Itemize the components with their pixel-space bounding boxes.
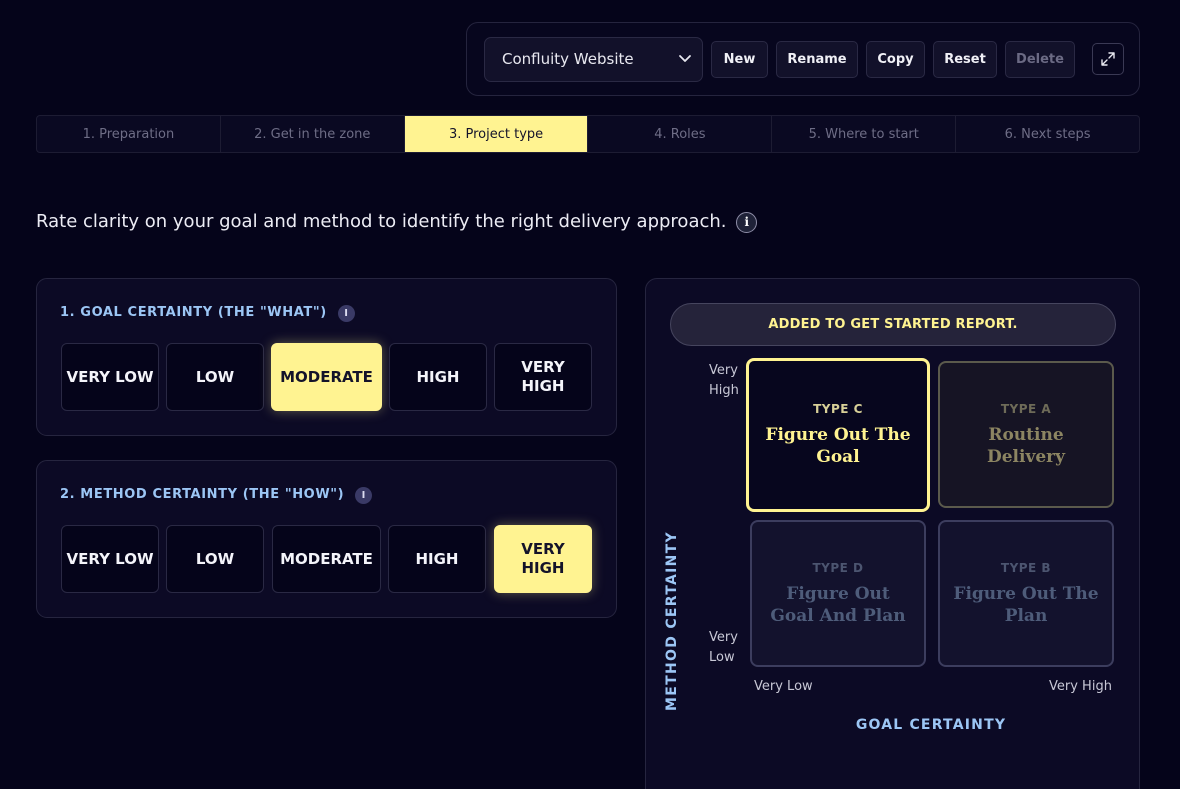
matrix-cell-type-c[interactable]: TYPE C Figure Out The Goal [746,358,930,512]
step-where-to-start[interactable]: 5. Where to start [772,116,957,152]
expand-button[interactable] [1092,43,1124,75]
method-option-very-high[interactable]: VERY HIGH [494,525,592,593]
copy-button[interactable]: Copy [866,41,925,78]
project-select[interactable]: Confluity Website [484,37,703,82]
y-tick-high-line1: Very [709,363,738,378]
method-option-low[interactable]: LOW [166,525,264,593]
goal-certainty-panel: 1. GOAL CERTAINTY (THE "WHAT") I VERY LO… [36,278,617,436]
y-tick-high-line2: High [709,383,739,398]
cell-type-label: TYPE D [812,560,864,575]
info-icon[interactable]: i [736,212,758,233]
method-certainty-panel: 2. METHOD CERTAINTY (THE "HOW") I VERY L… [36,460,617,618]
goal-option-high[interactable]: HIGH [389,343,487,411]
y-axis-label: METHOD CERTAINTY [664,531,680,711]
goal-option-very-low[interactable]: VERY LOW [61,343,159,411]
project-select-value: Confluity Website [502,50,634,68]
step-roles[interactable]: 4. Roles [588,116,773,152]
rename-button[interactable]: Rename [776,41,858,78]
method-certainty-title-row: 2. METHOD CERTAINTY (THE "HOW") I [60,487,373,504]
y-tick-low: Very Low [709,628,738,668]
matrix-cell-type-d[interactable]: TYPE D Figure Out Goal And Plan [750,520,926,667]
goal-certainty-title: 1. GOAL CERTAINTY (THE "WHAT") [60,305,327,320]
delete-button[interactable]: Delete [1005,41,1075,78]
cell-type-name: Figure Out The Plan [953,583,1099,626]
project-type-matrix: ADDED TO GET STARTED REPORT. METHOD CERT… [645,278,1140,789]
goal-certainty-title-row: 1. GOAL CERTAINTY (THE "WHAT") I [60,305,355,322]
step-next-steps[interactable]: 6. Next steps [956,116,1139,152]
y-tick-low-line2: Low [709,650,735,665]
info-icon[interactable]: I [337,305,355,322]
step-project-type[interactable]: 3. Project type [404,116,589,152]
y-tick-high: Very High [709,361,739,401]
intro-text: Rate clarity on your goal and method to … [36,211,727,232]
report-banner: ADDED TO GET STARTED REPORT. [670,303,1116,346]
step-get-in-the-zone[interactable]: 2. Get in the zone [221,116,405,152]
cell-type-name: Routine Delivery [986,424,1065,467]
matrix-cell-type-b[interactable]: TYPE B Figure Out The Plan [938,520,1114,667]
cell-type-label: TYPE B [1000,560,1052,575]
goal-option-very-high[interactable]: VERY HIGH [494,343,592,411]
cell-type-name: Figure Out Goal And Plan [770,583,906,626]
method-option-very-low[interactable]: VERY LOW [61,525,159,593]
method-option-high[interactable]: HIGH [388,525,486,593]
x-tick-high: Very High [1049,679,1112,694]
project-toolbar: Confluity Website New Rename Copy Reset … [466,22,1140,96]
method-option-moderate[interactable]: MODERATE [272,525,381,593]
x-axis-label: GOAL CERTAINTY [855,717,1007,733]
reset-button[interactable]: Reset [933,41,997,78]
method-certainty-title: 2. METHOD CERTAINTY (THE "HOW") [60,487,345,502]
new-button[interactable]: New [711,41,768,78]
intro-text-row: Rate clarity on your goal and method to … [36,211,758,233]
wizard-steps: 1. Preparation 2. Get in the zone 3. Pro… [36,115,1140,153]
y-tick-low-line1: Very [709,630,738,645]
cell-type-label: TYPE A [1000,401,1052,416]
chevron-down-icon [679,55,691,62]
cell-type-label: TYPE C [813,402,863,416]
x-tick-low: Very Low [754,679,813,694]
expand-icon [1101,52,1115,66]
step-preparation[interactable]: 1. Preparation [37,116,221,152]
info-icon[interactable]: I [355,487,373,504]
cell-type-name: Figure Out The Goal [765,425,911,467]
goal-option-low[interactable]: LOW [166,343,264,411]
goal-option-moderate[interactable]: MODERATE [271,343,382,411]
matrix-cell-type-a[interactable]: TYPE A Routine Delivery [938,361,1114,508]
